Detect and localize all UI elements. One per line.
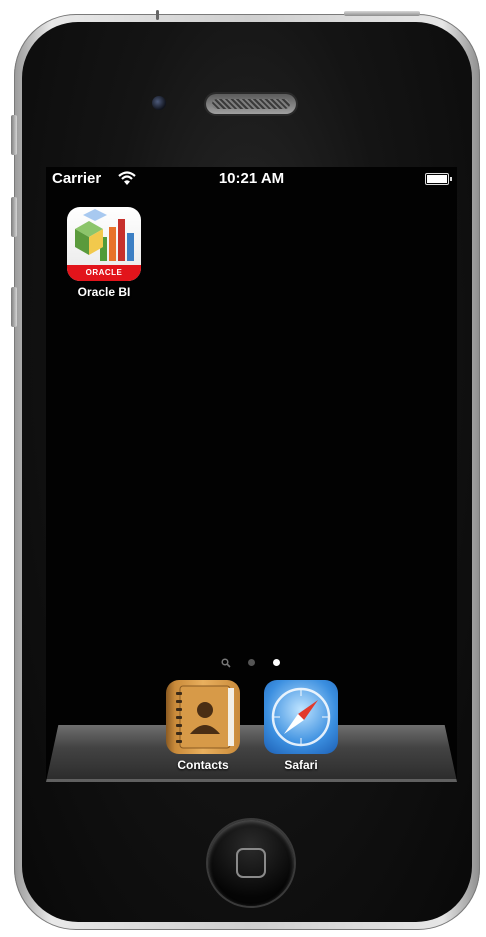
- status-bar: Carrier 10:21 AM: [46, 167, 457, 189]
- sleep-wake-button[interactable]: [344, 11, 420, 16]
- app-label: Safari: [284, 758, 318, 772]
- app-oracle-bi[interactable]: ORACLE Oracle BI: [67, 207, 141, 299]
- home-button[interactable]: [208, 820, 294, 906]
- safari-icon: [264, 680, 338, 754]
- battery-icon: [425, 173, 452, 185]
- mute-switch[interactable]: [11, 115, 17, 155]
- status-time: 10:21 AM: [218, 170, 285, 187]
- volume-down-button[interactable]: [11, 287, 17, 327]
- oracle-bi-chart-graphic: [75, 209, 134, 261]
- contacts-icon: [166, 680, 240, 754]
- oracle-bi-icon: ORACLE: [67, 207, 141, 281]
- app-label: Oracle BI: [77, 285, 131, 299]
- contacts-graphic: [176, 685, 234, 749]
- front-camera: [152, 96, 166, 110]
- dock: [46, 725, 457, 782]
- earpiece-speaker: [206, 94, 296, 114]
- search-icon[interactable]: [221, 658, 231, 668]
- top-antenna-mark: [156, 10, 159, 20]
- home-button-icon: [236, 848, 266, 878]
- safari-compass-graphic: [271, 687, 331, 747]
- app-contacts[interactable]: Contacts: [166, 680, 240, 772]
- app-safari[interactable]: Safari: [264, 680, 338, 772]
- home-screen: Carrier 10:21 AM ORACLE Oracle BI Contac…: [46, 167, 457, 782]
- app-label: Contacts: [177, 758, 229, 772]
- oracle-brand-band: ORACLE: [67, 265, 141, 281]
- page-dot-active[interactable]: [272, 659, 280, 667]
- page-indicator[interactable]: [46, 654, 457, 668]
- page-dot[interactable]: [247, 659, 255, 667]
- volume-up-button[interactable]: [11, 197, 17, 237]
